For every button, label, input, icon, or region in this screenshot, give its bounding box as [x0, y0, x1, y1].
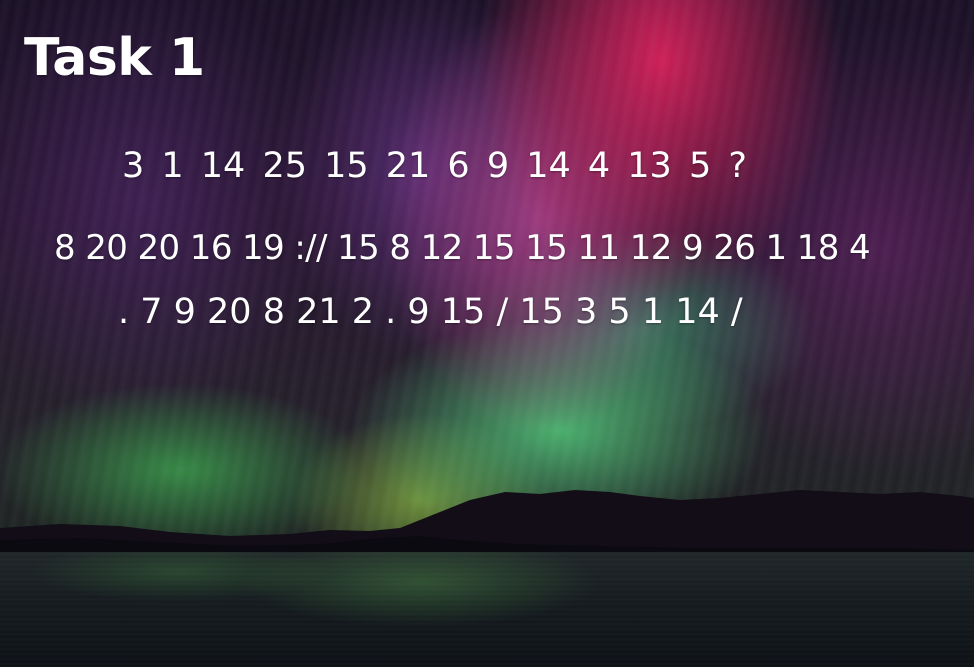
page-title: Task 1	[24, 28, 205, 88]
cipher-line-2: 8 20 20 16 19 :// 15 8 12 15 15 11 12 9 …	[54, 228, 871, 268]
cipher-line-1: 3 1 14 25 15 21 6 9 14 4 13 5 ?	[122, 146, 747, 186]
cipher-line-3: . 7 9 20 8 21 2 . 9 15 / 15 3 5 1 14 /	[118, 292, 743, 332]
background-photo: Task 1 3 1 14 25 15 21 6 9 14 4 13 5 ? 8…	[0, 0, 974, 667]
lake-ripples	[0, 552, 974, 667]
